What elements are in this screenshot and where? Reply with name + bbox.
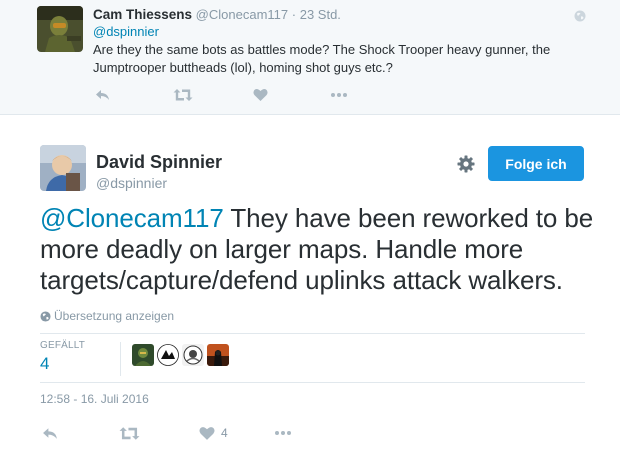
retweet-icon[interactable] [119, 424, 140, 442]
likes-count[interactable]: 4 [40, 354, 49, 374]
liker-avatar[interactable] [132, 344, 154, 366]
translate-link[interactable]: Übersetzung anzeigen [40, 309, 174, 323]
tweet-time[interactable]: 23 Std. [300, 7, 341, 22]
liker-avatar[interactable] [207, 344, 229, 366]
follow-button[interactable]: Folge ich [488, 146, 584, 181]
tweet-mention[interactable]: @Clonecam117 [40, 203, 224, 233]
like-count: 4 [221, 426, 228, 440]
liker-avatar[interactable] [157, 344, 179, 366]
globe-icon[interactable] [574, 9, 586, 22]
avatar[interactable] [40, 145, 86, 191]
like-icon [199, 426, 215, 441]
tweet-actions [93, 86, 373, 104]
reply-icon[interactable] [95, 86, 111, 104]
parent-tweet[interactable]: Cam Thiessens @Clonecam117 · 23 Std. @ds… [0, 0, 620, 115]
reply-icon[interactable] [42, 424, 59, 442]
separator: · [291, 7, 297, 22]
user-handle[interactable]: @dspinnier [96, 175, 167, 191]
more-icon[interactable] [274, 424, 292, 442]
tweet-timestamp[interactable]: 12:58 - 16. Juli 2016 [40, 392, 149, 406]
like-icon[interactable] [253, 86, 268, 104]
like-button[interactable]: 4 [199, 424, 228, 442]
globe-icon [40, 310, 51, 322]
likes-label: GEFÄLLT [40, 340, 86, 351]
retweet-icon[interactable] [173, 86, 193, 104]
liker-avatar[interactable] [182, 344, 204, 366]
tweet-text: @Clonecam117 They have been reworked to … [40, 203, 600, 296]
tweet-stats: GEFÄLLT 4 [40, 333, 585, 383]
tweet-header: Cam Thiessens @Clonecam117 · 23 Std. [93, 7, 341, 22]
liker-avatars [132, 344, 229, 366]
reply-to-mention[interactable]: @dspinnier [93, 24, 159, 39]
tweet-text: Are they the same bots as battles mode? … [93, 42, 551, 75]
avatar[interactable] [37, 6, 83, 52]
gear-icon[interactable] [456, 154, 476, 174]
user-handle[interactable]: @Clonecam117 [196, 7, 288, 22]
user-name[interactable]: David Spinnier [96, 152, 222, 173]
divider [120, 342, 121, 376]
user-name[interactable]: Cam Thiessens [93, 7, 192, 22]
more-icon[interactable] [330, 86, 348, 104]
tweet-actions: 4 [40, 424, 320, 442]
translate-label: Übersetzung anzeigen [54, 309, 175, 323]
